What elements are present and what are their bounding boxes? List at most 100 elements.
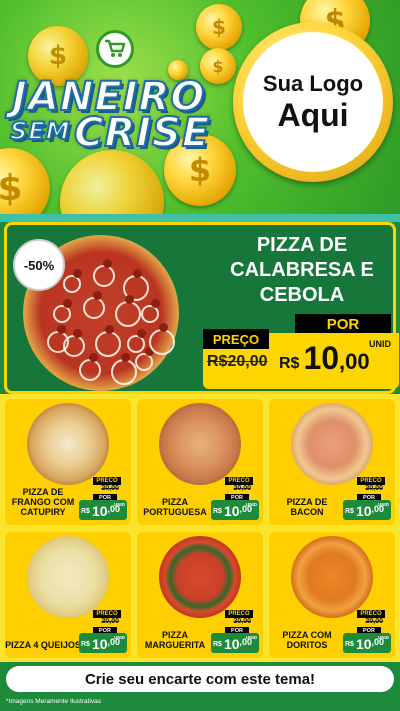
coin-icon: $ <box>196 4 242 50</box>
preco-label: PRECO <box>225 610 253 618</box>
coin-icon <box>60 150 164 214</box>
old-price: R$20,00 <box>207 353 268 370</box>
pepperoni-slice <box>151 299 160 308</box>
current-price: R$ 10 ,00 <box>279 335 370 381</box>
onion-ring <box>111 359 137 385</box>
bacon-pizza-image <box>291 403 373 485</box>
coin-icon: $ <box>200 48 236 84</box>
currency-symbol: R$ <box>213 641 222 648</box>
onion-ring <box>115 301 141 327</box>
onion-ring <box>47 331 69 353</box>
product-price: PRECO 20,00 POR R$ 10,00 UNID <box>343 477 391 520</box>
pepperoni-slice <box>73 329 82 338</box>
old-price: 20,00 <box>101 618 119 625</box>
pepperoni-slice <box>105 325 114 334</box>
pepperoni-slice <box>89 353 98 362</box>
promo-title-sem: SEM <box>9 116 71 146</box>
product-name: PIZZA DE FRANGO COM CATUPIRY <box>11 487 75 517</box>
preco-label: PRECO <box>93 477 121 485</box>
pepperoni-slice <box>73 269 82 278</box>
divider-stripe <box>0 214 400 222</box>
product-card: PIZZA DE BACON PRECO 20,00 POR R$ 10,00 UN… <box>269 399 395 525</box>
onion-ring <box>83 297 105 319</box>
footer: Crie seu encarte com este tema! *Imagens… <box>0 662 400 711</box>
product-name: PIZZA 4 QUEIJOS <box>5 640 81 650</box>
disclaimer-note: *Imagens Meramente Ilustrativas <box>6 698 102 705</box>
logo-placeholder: Sua Logo Aqui <box>233 22 393 182</box>
pepperoni-slice <box>133 269 142 278</box>
unit-label: UNID <box>114 635 125 640</box>
pepperoni-slice <box>103 259 112 268</box>
price-cents: ,00 <box>339 349 370 374</box>
pepperoni-slice <box>63 299 72 308</box>
currency-symbol: R$ <box>345 508 354 515</box>
featured-offer: -50% PIZZA DE CALABRESA E CEBOLA POR PRE… <box>4 222 399 394</box>
price-integer: 10 <box>355 503 372 519</box>
currency-symbol: R$ <box>279 355 300 372</box>
featured-product-name: PIZZA DE CALABRESA E CEBOLA <box>230 234 374 306</box>
portuguesa-pizza-image <box>159 403 241 485</box>
preco-label: PREÇO <box>203 329 269 349</box>
old-price: 20,00 <box>365 618 383 625</box>
old-price: 20,00 <box>233 485 251 492</box>
product-card: PIZZA DE FRANGO COM CATUPIRY PRECO 20,00… <box>5 399 131 525</box>
currency-symbol: R$ <box>213 508 222 515</box>
product-card: PIZZA PORTUGUESA PRECO 20,00 POR R$ 10,00… <box>137 399 263 525</box>
currency-symbol: R$ <box>345 641 354 648</box>
product-price: PRECO 20,00 POR R$ 10,00 UNID <box>343 610 391 653</box>
pepperoni-slice <box>137 329 146 338</box>
quatro-queijos-pizza-image <box>27 536 109 618</box>
unit-label: UNID <box>378 502 389 507</box>
pepperoni-slice <box>159 323 168 332</box>
product-card: PIZZA COM DORITOS PRECO 20,00 POR R$ 10,0… <box>269 532 395 658</box>
frango-catupiry-pizza-image <box>27 403 109 485</box>
price-integer: 10 <box>91 503 108 519</box>
onion-ring <box>95 331 121 357</box>
unit-label: UNID <box>114 502 125 507</box>
cta-banner[interactable]: Crie seu encarte com este tema! <box>6 666 394 692</box>
discount-badge: -50% <box>13 239 65 291</box>
old-price: 20,00 <box>101 485 119 492</box>
product-name: PIZZA COM DORITOS <box>282 630 332 650</box>
old-price: 20,00 <box>365 485 383 492</box>
por-label: POR <box>295 314 391 335</box>
preco-label: PRECO <box>357 610 385 618</box>
promo-header: $ $ $ $ $ $ JANEIRO SEM CRISE Sua Logo A… <box>0 0 400 214</box>
shopping-cart-icon <box>96 30 134 68</box>
coin-icon: $ <box>0 148 50 214</box>
product-card: PIZZA 4 QUEIJOS PRECO 20,00 POR R$ 10,00 U… <box>5 532 131 658</box>
preco-label: PRECO <box>357 477 385 485</box>
product-name: PIZZA PORTUGUESA <box>143 497 207 517</box>
unit-label: UNID <box>246 502 257 507</box>
product-price: PRECO 20,00 POR R$ 10,00 UNID <box>79 477 127 520</box>
product-price: PRECO 20,00 POR R$ 10,00 UNID <box>211 477 259 520</box>
product-price: PRECO 20,00 POR R$ 10,00 UNID <box>211 610 259 653</box>
pepperoni-slice <box>121 353 130 362</box>
featured-price-box: PREÇO R$20,00 R$ 10 ,00 UNID <box>203 329 399 389</box>
marguerita-pizza-image <box>159 536 241 618</box>
onion-ring <box>93 265 115 287</box>
old-price: 20,00 <box>233 618 251 625</box>
currency-symbol: R$ <box>81 508 90 515</box>
unit-label: UNID <box>369 339 391 349</box>
onion-ring <box>149 329 175 355</box>
product-name: PIZZA MARGUERITA <box>144 630 206 650</box>
price-integer: 10 <box>223 503 240 519</box>
logo-text-line1: Sua Logo <box>262 70 364 96</box>
price-integer: 10 <box>303 340 340 376</box>
logo-text-line2: Aqui <box>277 96 349 133</box>
price-integer: 10 <box>223 636 240 652</box>
preco-label: PRECO <box>93 610 121 618</box>
unit-label: UNID <box>246 635 257 640</box>
promo-title-crise: CRISE <box>73 109 211 157</box>
product-card: PIZZA MARGUERITA PRECO 20,00 POR R$ 10,00… <box>137 532 263 658</box>
pepperoni-slice <box>93 291 102 300</box>
price-integer: 10 <box>91 636 108 652</box>
price-integer: 10 <box>355 636 372 652</box>
currency-symbol: R$ <box>81 641 90 648</box>
product-name: PIZZA DE BACON <box>286 497 328 517</box>
doritos-pizza-image <box>291 536 373 618</box>
onion-ring <box>79 359 101 381</box>
pepperoni-slice <box>57 325 66 334</box>
product-grid: PIZZA DE FRANGO COM CATUPIRY PRECO 20,00… <box>0 394 400 662</box>
